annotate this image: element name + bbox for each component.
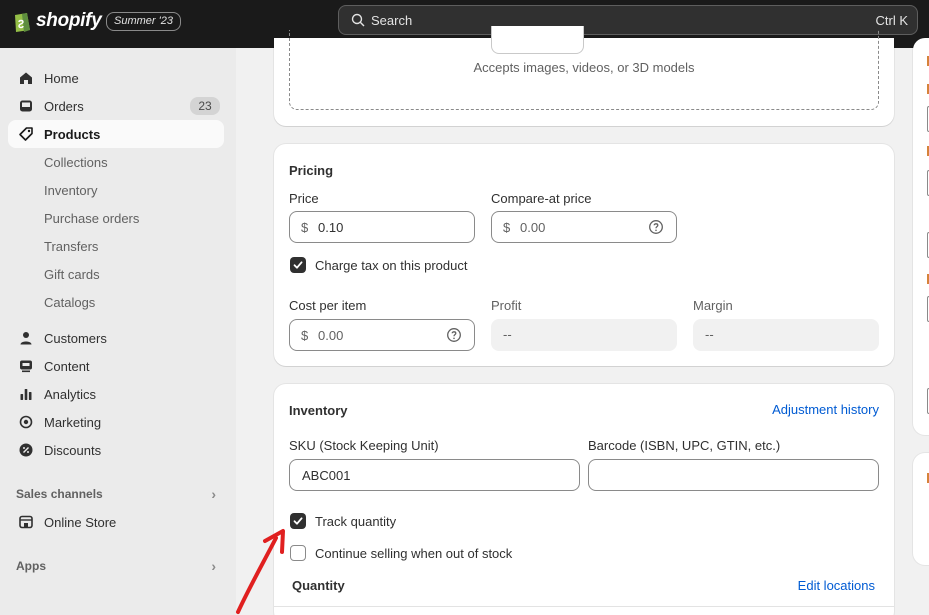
annotation-arrow xyxy=(236,529,285,614)
